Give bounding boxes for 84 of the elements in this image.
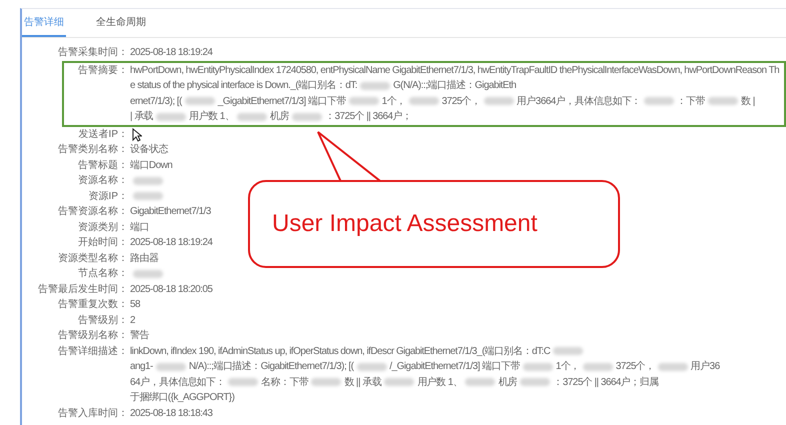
field-value: 1个， xyxy=(556,360,580,374)
field-label: 告警详细描述： xyxy=(57,344,128,358)
redacted-blur xyxy=(237,112,268,121)
redacted-blur xyxy=(228,378,258,386)
field-value: ：3725个 || 3664户；归属 xyxy=(553,376,659,390)
field-label: 发送者IP： xyxy=(78,128,128,142)
field-value: /_GigabitEthernet7/1/3] 端口下带 xyxy=(390,360,520,374)
redacted-blur xyxy=(184,97,215,106)
field-value: G(N/A)::;端口描述：GigabitEth xyxy=(393,78,516,93)
field-value: 2 xyxy=(130,314,136,328)
field-label: 资源IP： xyxy=(88,190,128,204)
field-label: 资源类型名称： xyxy=(57,252,128,266)
field-value: 机房 xyxy=(270,110,290,124)
field-value: linkDown, ifIndex 190, ifAdminStatus up, ifOperStatus down, ifDescr GigabitEthernet7/1/3_(端口别名：dT:C xyxy=(130,344,550,358)
field-value: 警告 xyxy=(130,328,149,343)
field-label: 告警类别名称： xyxy=(57,142,128,157)
redacted-blur xyxy=(133,192,163,200)
field-value: 用户数 1、 xyxy=(417,376,462,390)
field-value: ernet7/1/3); [( xyxy=(130,94,182,108)
field-label: 节点名称： xyxy=(77,266,128,281)
redacted-blur xyxy=(644,97,674,106)
mouse-pointer-icon xyxy=(132,128,142,142)
redacted-blur xyxy=(582,362,613,371)
field-value: 2025-08-18 18:20:05 xyxy=(130,282,212,296)
field-value: ：3725个 || 3664户； xyxy=(325,110,412,124)
redacted-blur xyxy=(520,378,550,386)
field-value: 1个， xyxy=(382,94,406,108)
field-value: 用户36 xyxy=(690,360,720,374)
field-value: 端口Down xyxy=(130,158,172,172)
field-label: 告警摘要： xyxy=(77,64,128,78)
field-label: 告警重复次数： xyxy=(57,298,128,312)
field-label: 资源名称： xyxy=(77,174,128,188)
redacted-blur xyxy=(522,362,553,371)
redacted-blur xyxy=(292,112,322,121)
field-value: N/A)::;端口描述：GigabitEthernet7/1/3); [( xyxy=(188,360,354,374)
field-label: 告警级别名称： xyxy=(57,328,128,343)
field-label: 告警标题： xyxy=(77,158,128,172)
redacted-blur xyxy=(133,176,163,185)
field-value: ang1- xyxy=(130,360,153,374)
field-value: 64户，具体信息如下： xyxy=(130,376,226,390)
redacted-blur xyxy=(360,82,390,90)
field-value: | 承载 xyxy=(130,110,154,124)
field-label: 告警级别： xyxy=(77,314,128,328)
field-label: 告警入库时间： xyxy=(57,406,128,420)
redacted-blur xyxy=(465,378,496,386)
field-value: 机房 xyxy=(498,376,518,390)
redacted-blur xyxy=(484,97,514,106)
field-value: 于捆绑口({k_AGGPORT}) xyxy=(130,390,234,405)
redacted-blur xyxy=(156,362,186,371)
field-value: GigabitEthernet7/1/3 xyxy=(130,205,211,219)
field-value: 数 || 承载 xyxy=(344,376,382,390)
field-label: 告警采集时间： xyxy=(57,46,128,60)
field-value: 用户数 1、 xyxy=(189,110,234,124)
field-value: e status of the physical interface is Down._(端口别名：dT: xyxy=(130,78,358,93)
field-value: 2025-08-18 18:19:24 xyxy=(130,46,212,60)
redacted-blur xyxy=(384,378,414,386)
redacted-blur xyxy=(156,112,186,121)
redacted-blur xyxy=(658,362,688,371)
field-value: 端口 xyxy=(130,220,149,234)
field-value: 路由器 xyxy=(130,252,158,266)
field-value: 用户3664户，具体信息如下： xyxy=(516,94,641,108)
redacted-blur xyxy=(408,97,439,106)
field-label: 告警最后发生时间： xyxy=(37,282,128,296)
field-value: 3725个， xyxy=(442,94,481,108)
field-value: 2025-08-18 18:18:43 xyxy=(130,406,212,420)
field-value: 58 xyxy=(130,298,140,312)
redacted-blur xyxy=(348,97,379,106)
field-value: 设备状态 xyxy=(130,142,168,157)
field-value: 2025-08-18 18:19:24 xyxy=(130,236,212,250)
redacted-blur xyxy=(133,270,163,278)
field-value: 名称：下带 xyxy=(261,376,308,390)
field-value: ：下带 xyxy=(676,94,706,108)
field-value: 数 | xyxy=(741,94,755,108)
tab[interactable]: 全生命周期 xyxy=(94,9,148,37)
field-label: 资源类别： xyxy=(77,220,128,234)
field-label: 告警资源名称： xyxy=(57,204,128,219)
redacted-blur xyxy=(553,347,584,356)
redacted-blur xyxy=(708,97,738,106)
field-value: hwPortDown, hwEntityPhysicalIndex 17240580, entPhysicalName GigabitEthernet7/1/3, hwEntityTrapFaultID thePhysicalInterfaceWasDown, hwPortDownReason Th xyxy=(130,64,780,78)
field-label: 开始时间： xyxy=(77,236,128,250)
field-value: _GigabitEthernet7/1/3] 端口下带 xyxy=(218,94,346,108)
redacted-blur xyxy=(356,362,387,371)
redacted-blur xyxy=(311,378,342,386)
field-value: 3725个， xyxy=(616,360,655,374)
